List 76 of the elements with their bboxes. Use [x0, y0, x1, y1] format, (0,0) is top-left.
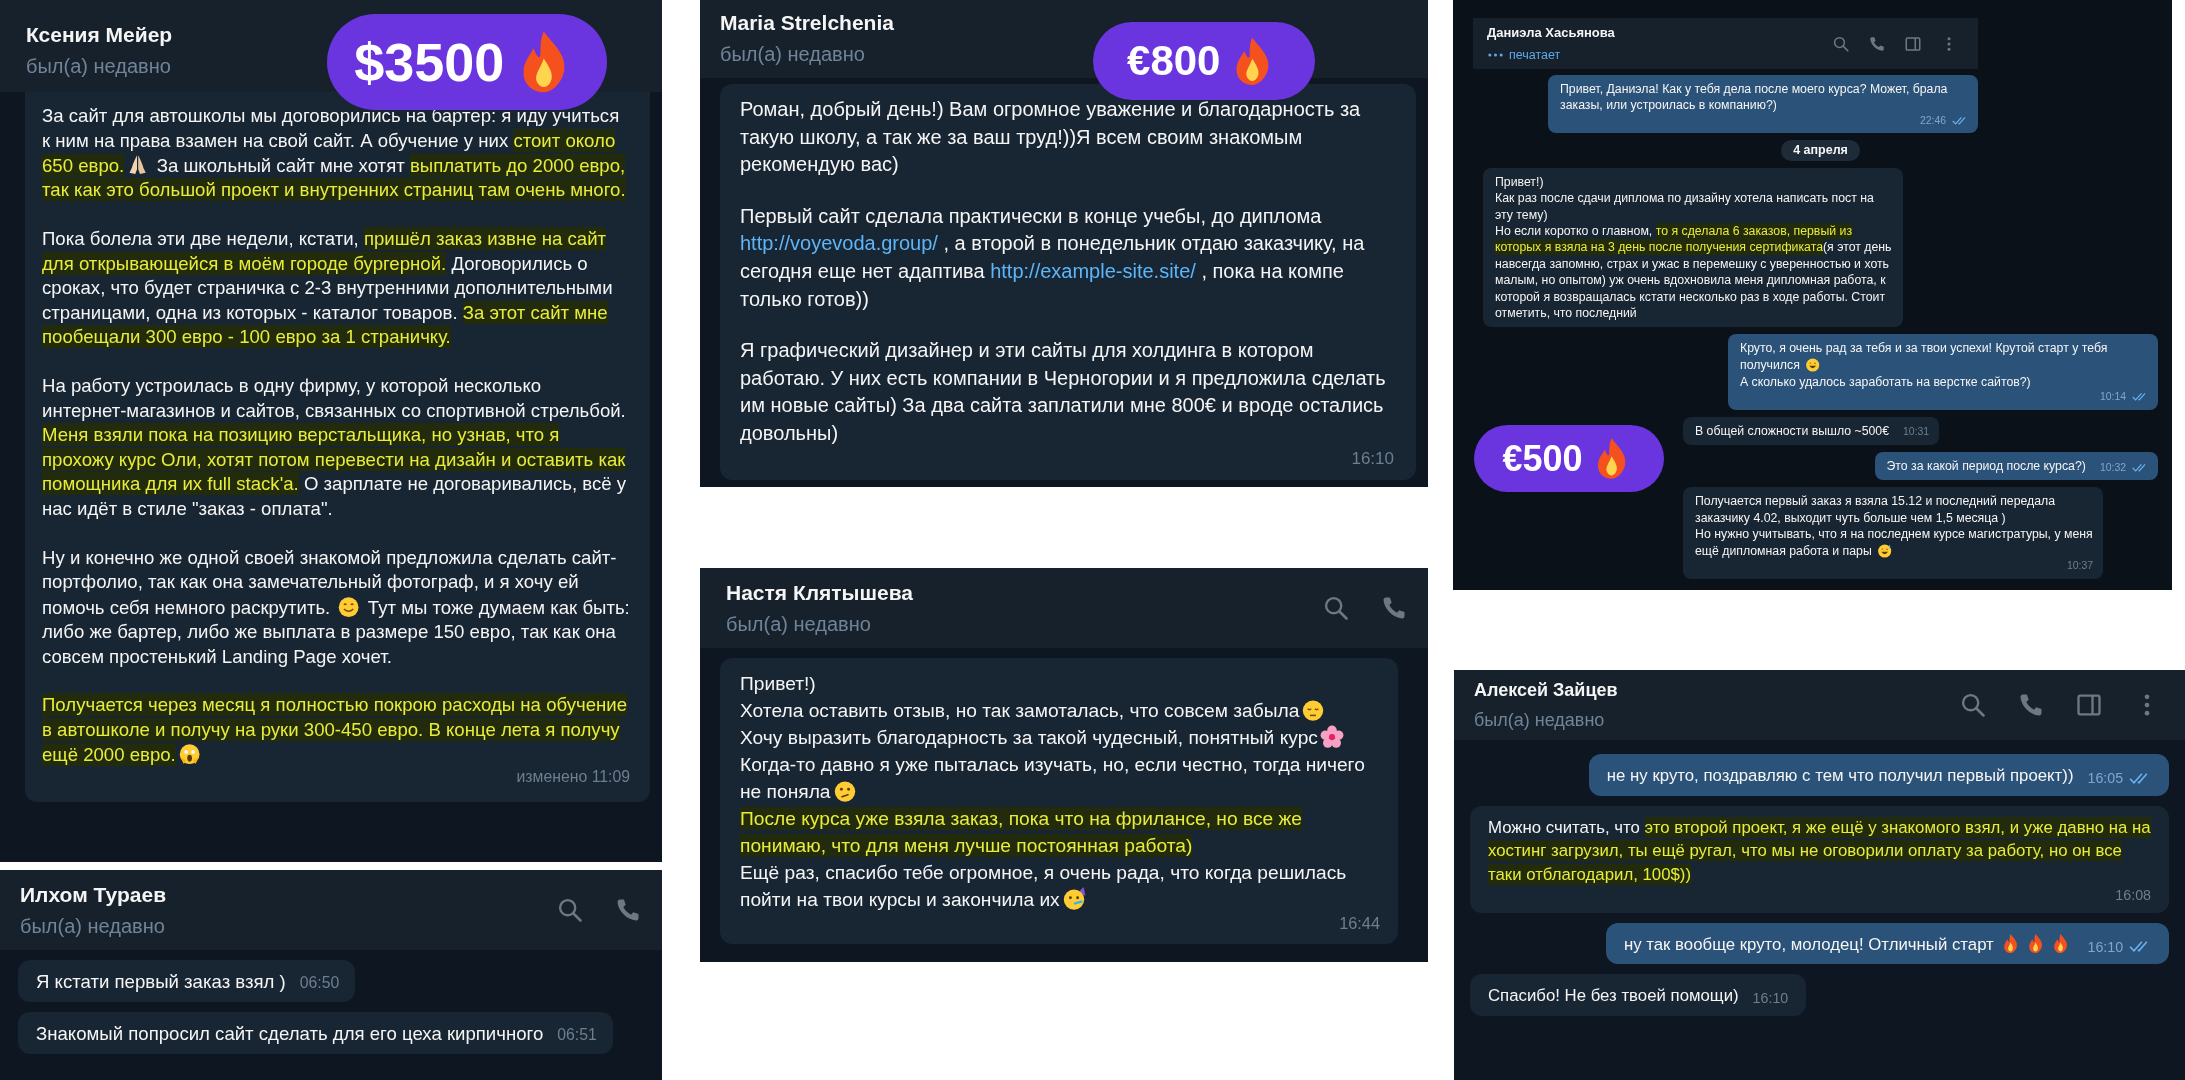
contact-name: Илхом Тураев [20, 882, 167, 908]
sad-face-icon [1301, 697, 1326, 722]
message-time: изменено 11:09 [516, 767, 630, 788]
link[interactable]: http://example-site.site/ [990, 259, 1196, 282]
message-text: На работу устроилась в одну фирму, у которой несколько интернет-магазинов и сайтов, связанных со спортивной стрельбой. Меня взяли пока на позицию верстальщика, но узнав, что я прохожу курс Оли, хотят потом перевести на дизайн и оставить как помощника для их full stack'a. О зарплате не договаривались, всё у нас идёт в стиле "заказ - оплата". [42, 373, 628, 521]
message-text: Можно считать, что это второй проект, я же ещё у знакомого взял, и уже давно на на хостинг загрузил, ты ещё ругал, что мы не оговорили оплату за работу, но он все таки отблагодарил, 100$)) [1488, 815, 2151, 886]
flower-icon [1319, 724, 1344, 749]
link[interactable]: http://voyevoda.group/ [740, 232, 938, 255]
message-time: 06:51 [557, 1025, 597, 1046]
message-time: 16:10 [1752, 989, 1789, 1008]
message-time: 16:10 [1351, 447, 1394, 470]
grinning-face-icon [1805, 356, 1821, 373]
message-text: ну так вообще круто, молодец! Отличный старт [1623, 932, 2074, 957]
message-text: После курса уже взяла заказ, пока что на фрилансе, но все же понимаю, что для меня лучше постоянная работа) [740, 806, 1304, 859]
sweat-smile-face-icon [1877, 542, 1893, 558]
party-face-icon [1061, 886, 1086, 911]
amount-label: €500 [1502, 436, 1583, 481]
message-text: Но нужно учитывать, что я на последнем курсе магистратуры, у меня ещё дипломная работа и пары [1695, 526, 2093, 560]
message-text: Роман, добрый день!) Вам огромное уважение и благодарность за такую школу, а так же за ваш труд!))Я всем своим знакомым рекомендую вас) [740, 97, 1362, 178]
message-text: Я графический дизайнер и эти сайты для холдинга в котором работаю. У них есть компании в Черногории и я предложила сделать им новые сайты) За два сайта заплатили мне 800€ и вроде остались довольны) [740, 338, 1387, 446]
message-time: 22:46 [1919, 113, 1946, 128]
last-seen-status: был(а) недавно [1474, 709, 1605, 732]
message-text: В общей сложности вышло ~500€ [1695, 422, 1890, 439]
last-seen-status: был(а) недавно [720, 42, 865, 66]
message-text: Спасибо! Не без твоей помощи) [1488, 985, 1739, 1008]
message-time: 10:32 [2099, 460, 2126, 475]
message-text: Привет, Даниэла! Как у тебя дела после моего курса? Может, брала заказы, или устроилась в компанию?) [1560, 81, 1949, 114]
message-text: Привет!) [1495, 173, 1545, 191]
contact-name: Maria Strelchenia [720, 10, 894, 36]
message-text: Ну и конечно же одной своей знакомой предложила сделать сайт-портфолио, так как она замечательный фотограф, и я хочу ей помочь себя немного раскрутить. Тут мы тоже думаем как быть: либо же бартер, либо же выплата в размере 150 евро, так как она совсем простенький Landing Page хочет. [42, 545, 630, 669]
message-text: не ну круто, поздравляю с тем что получил первый проект)) [1606, 765, 2074, 787]
message-time: 06:50 [299, 973, 340, 994]
message-text: Пока болела эти две недели, кстати, пришёл заказ извне на сайт для открывающейся в моём городе бургерной. Договорились о сроках, что будет страничка с 2-3 внутренними дополнительными страницами, одна из которых - каталог товаров. За этот сайт мне пообещали 300 евро - 100 евро за 1 страничку. [42, 227, 614, 350]
message-time: 16:05 [2087, 768, 2124, 788]
message-text: Хотела оставить отзыв, но так замоталась, что совсем забыла [740, 697, 1380, 724]
confused-face-icon [832, 778, 857, 803]
message-text: Но если коротко о главном, то я сделала 6 заказов, первый из которых я взяла на 3 день после получения сертификата(я этот день навсегда запомню, страх и ужас в перемешку с уверенностью и хоть малым, но опытом) уж очень вдохновила меня дипломная работа, к которой я возвращалась кстати несколько раз в ходе работы. Стоит отметить, что последний [1495, 223, 1893, 322]
sidebar-icon[interactable] [1904, 34, 1922, 53]
message-text: Ещё раз, спасибо тебе огромное, я очень рада, что когда решилась пойти на твои курсы и закончила их [740, 861, 1348, 913]
message-text: Хочу выразить благодарность за такой чудесный, понятный курс [740, 724, 1380, 751]
message-time: 16:10 [2087, 937, 2124, 957]
message-text: Когда-то давно я уже пыталась изучать, но, если честно, тогда ничего не поняла [740, 753, 1366, 805]
smiling-face-icon [337, 594, 361, 618]
message-text: За сайт для автошколы мы договорились на бартер: я иду учиться к ним на права взамен на свой сайт. А обучение у них стоит около 650 евро. За школьный сайт мне хотят выплатить до 2000 евро, так как это большой проект и внутренних страниц там очень много. [42, 104, 627, 203]
search-icon[interactable] [1959, 691, 1987, 719]
last-seen-status: был(а) недавно [726, 612, 871, 636]
message-time: 10:31 [1903, 425, 1930, 439]
message-text: Я кстати первый заказ взял ) [36, 970, 286, 994]
message-text: Получается первый заказ я взяла 15.12 и последний передала заказчику 4.02, выходит чуть больше чем 1,5 месяца ) [1695, 493, 2057, 527]
message-text: Это за какой период после курса?) [1886, 457, 2086, 475]
message-time: 16:08 [2115, 886, 2151, 905]
message-text: Круто, я очень рад за тебя и за твои успехи! Крутой старт у тебя получился [1740, 340, 2109, 374]
message-time: 10:14 [2099, 390, 2126, 404]
message-text: Как раз после сдачи диплома по дизайну хотела написать пост на эту тему) [1495, 190, 1875, 223]
contact-name: Настя Клятышева [726, 580, 914, 606]
contact-name: Даниэла Хасьянова [1487, 24, 1615, 41]
message-text: Первый сайт сделала практически в конце учебы, до диплома http://voyevoda.group/ , а второй в понедельник отдаю заказчику, на сегодня еще нет адаптива http://example-site.site/ , пока на компе только готов)) [740, 203, 1366, 312]
screaming-face-icon [177, 742, 201, 766]
amount-label: €800 [1127, 35, 1221, 86]
contact-name: Ксения Мейер [26, 22, 173, 48]
typing-status: печатает [1509, 47, 1561, 63]
message-time: 16:44 [1339, 913, 1380, 934]
phone-icon[interactable] [1868, 34, 1886, 53]
last-seen-status: был(а) недавно [20, 914, 165, 938]
last-seen-status: был(а) недавно [26, 54, 171, 78]
date-label: 4 апреля [1781, 140, 1860, 161]
message-text: А сколько удалось заработать на верстке сайтов?) [1740, 373, 2032, 390]
message-text: Знакомый попросил сайт сделать для его цеха кирпичного [36, 1022, 544, 1046]
message-text: Привет!) [740, 672, 817, 696]
search-icon[interactable] [1322, 594, 1350, 622]
search-icon[interactable] [1832, 34, 1850, 53]
message-text: Получается через месяц я полностью покрою расходы на обучение в автошколе и получу на руки 300-450 евро. В конце лета я получу ещё 2000 евро. [42, 693, 629, 768]
contact-name: Алексей Зайцев [1474, 679, 1618, 702]
search-icon[interactable] [556, 896, 584, 924]
amount-label: $3500 [354, 30, 505, 94]
message-time: 10:37 [2066, 559, 2093, 573]
